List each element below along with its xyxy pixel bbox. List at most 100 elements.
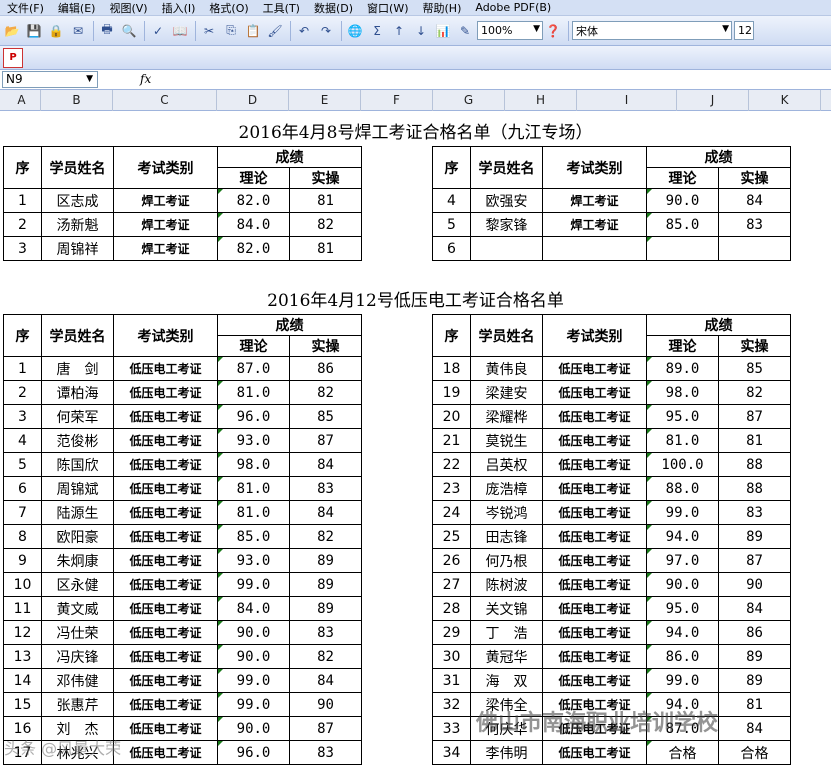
cell-practice[interactable]: 84 <box>718 716 791 741</box>
header-practice[interactable]: 实操 <box>289 167 362 189</box>
cell-category[interactable]: 低压电工考证 <box>113 452 218 477</box>
redo-icon[interactable]: ↷ <box>316 21 336 41</box>
cell-name[interactable]: 黎家锋 <box>470 212 543 237</box>
cell-seq[interactable]: 27 <box>432 572 471 597</box>
cell-name[interactable]: 谭柏海 <box>41 380 114 405</box>
menu-item[interactable]: 数据(D) <box>307 0 360 16</box>
cell-practice[interactable]: 86 <box>718 620 791 645</box>
cell-name[interactable]: 梁建安 <box>470 380 543 405</box>
header-theory[interactable]: 理论 <box>217 167 290 189</box>
cell-category[interactable]: 低压电工考证 <box>113 716 218 741</box>
hyperlink-icon[interactable]: 🌐 <box>345 21 365 41</box>
cell-practice[interactable]: 83 <box>718 212 791 237</box>
cell-name[interactable]: 莫锐生 <box>470 428 543 453</box>
header-category[interactable]: 考试类别 <box>113 314 218 357</box>
cell-theory[interactable]: 94.0 <box>646 524 719 549</box>
cell-practice[interactable]: 86 <box>289 356 362 381</box>
cell-category[interactable]: 低压电工考证 <box>113 380 218 405</box>
cell-theory[interactable]: 85.0 <box>217 524 290 549</box>
cell-theory[interactable]: 95.0 <box>646 404 719 429</box>
font-size-select[interactable]: 12 <box>734 21 754 40</box>
menu-item[interactable]: 帮助(H) <box>416 0 469 16</box>
cell-theory[interactable]: 99.0 <box>217 572 290 597</box>
cell-category[interactable]: 低压电工考证 <box>542 524 647 549</box>
header-theory[interactable]: 理论 <box>217 335 290 357</box>
cell-theory[interactable]: 86.0 <box>646 644 719 669</box>
header-seq[interactable]: 序 <box>432 314 471 357</box>
cell-category[interactable]: 低压电工考证 <box>542 596 647 621</box>
header-score[interactable]: 成绩 <box>646 146 791 168</box>
cell-name[interactable]: 陈树波 <box>470 572 543 597</box>
cell-category[interactable]: 焊工考证 <box>113 188 218 213</box>
cell-theory[interactable]: 99.0 <box>217 668 290 693</box>
header-theory[interactable]: 理论 <box>646 167 719 189</box>
header-seq[interactable]: 序 <box>3 314 42 357</box>
cell-seq[interactable]: 33 <box>432 716 471 741</box>
cell-category[interactable]: 低压电工考证 <box>113 668 218 693</box>
cell-name[interactable]: 岑锐鸿 <box>470 500 543 525</box>
header-practice[interactable]: 实操 <box>718 167 791 189</box>
cell-name[interactable]: 邓伟健 <box>41 668 114 693</box>
menu-item[interactable]: 工具(T) <box>256 0 307 16</box>
cell-name[interactable]: 田志锋 <box>470 524 543 549</box>
cell-practice[interactable]: 89 <box>718 524 791 549</box>
cell-seq[interactable]: 13 <box>3 644 42 669</box>
cell-name[interactable]: 庞浩樟 <box>470 476 543 501</box>
header-score[interactable]: 成绩 <box>646 314 791 336</box>
column-header-i[interactable]: I <box>577 90 677 111</box>
menu-item[interactable]: 窗口(W) <box>360 0 415 16</box>
cell-category[interactable]: 低压电工考证 <box>113 572 218 597</box>
cell-category[interactable]: 低压电工考证 <box>113 476 218 501</box>
cell-seq[interactable]: 6 <box>432 236 471 261</box>
cell-theory[interactable]: 95.0 <box>646 596 719 621</box>
cell-name[interactable]: 区志成 <box>41 188 114 213</box>
cell-practice[interactable]: 83 <box>289 620 362 645</box>
drawing-icon[interactable]: ✎ <box>455 21 475 41</box>
cell-theory[interactable]: 84.0 <box>217 596 290 621</box>
cell-practice[interactable]: 82 <box>289 524 362 549</box>
cell-theory[interactable]: 90.0 <box>217 716 290 741</box>
cell-seq[interactable]: 4 <box>3 428 42 453</box>
header-practice[interactable]: 实操 <box>289 335 362 357</box>
cell-theory[interactable]: 82.0 <box>217 188 290 213</box>
cell-theory[interactable]: 93.0 <box>217 428 290 453</box>
cell-category[interactable]: 低压电工考证 <box>542 356 647 381</box>
cell-theory[interactable]: 99.0 <box>646 668 719 693</box>
cell-name[interactable]: 冯仕荣 <box>41 620 114 645</box>
cell-category[interactable]: 焊工考证 <box>542 188 647 213</box>
cell-seq[interactable]: 10 <box>3 572 42 597</box>
header-score[interactable]: 成绩 <box>217 146 362 168</box>
cell-practice[interactable]: 81 <box>718 692 791 717</box>
column-header-d[interactable]: D <box>217 90 289 111</box>
header-name[interactable]: 学员姓名 <box>41 314 114 357</box>
cell-seq[interactable]: 15 <box>3 692 42 717</box>
menu-item[interactable]: 格式(O) <box>202 0 255 16</box>
cell-seq[interactable]: 4 <box>432 188 471 213</box>
cell-seq[interactable]: 31 <box>432 668 471 693</box>
cell-practice[interactable]: 88 <box>718 476 791 501</box>
column-header-f[interactable]: F <box>361 90 433 111</box>
menu-item[interactable]: Adobe PDF(B) <box>468 1 558 14</box>
cell-theory[interactable]: 98.0 <box>646 380 719 405</box>
cell-name[interactable]: 周锦祥 <box>41 236 114 261</box>
cell-seq[interactable]: 2 <box>3 212 42 237</box>
cell-practice[interactable]: 90 <box>718 572 791 597</box>
column-header-c[interactable]: C <box>113 90 217 111</box>
cell-category[interactable]: 焊工考证 <box>542 212 647 237</box>
cell-name[interactable]: 何荣军 <box>41 404 114 429</box>
cell-practice[interactable]: 90 <box>289 692 362 717</box>
chart-wizard-icon[interactable]: 📊 <box>433 21 453 41</box>
cell-practice[interactable]: 81 <box>718 428 791 453</box>
cell-category[interactable]: 低压电工考证 <box>542 620 647 645</box>
cell-name[interactable]: 朱炯康 <box>41 548 114 573</box>
cell-category[interactable]: 低压电工考证 <box>542 380 647 405</box>
cell-theory[interactable]: 88.0 <box>646 476 719 501</box>
spelling-icon[interactable]: ✓ <box>148 21 168 41</box>
cell-theory[interactable]: 96.0 <box>217 740 290 765</box>
name-box[interactable]: N9 ▼ <box>2 71 98 88</box>
cell-category[interactable]: 低压电工考证 <box>113 740 218 765</box>
cell-name[interactable]: 唐 剑 <box>41 356 114 381</box>
cell-theory[interactable]: 81.0 <box>217 500 290 525</box>
cell-practice[interactable]: 89 <box>289 572 362 597</box>
cell-category[interactable]: 低压电工考证 <box>113 524 218 549</box>
